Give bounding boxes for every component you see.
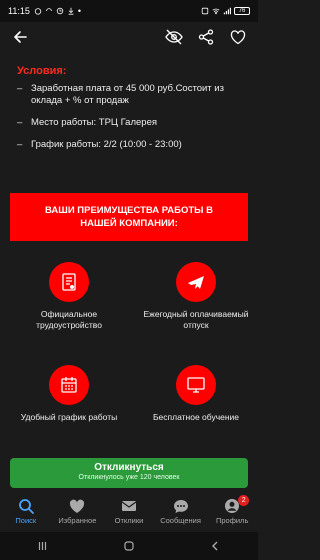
respond-button-label: Откликнуться (94, 462, 164, 473)
recent-apps-icon[interactable] (37, 540, 49, 552)
nav-messages[interactable]: Сообщения (157, 498, 205, 525)
more-dot-icon: • (77, 6, 82, 16)
advantage-item: Ежегодный оплачиваемый отпуск (141, 262, 251, 331)
advantage-circle (49, 262, 89, 302)
bottom-navigation: Поиск Избранное Отклики Сообщения Профил… (0, 494, 258, 532)
clock-icon (56, 7, 64, 15)
nav-profile-label: Профиль (215, 516, 249, 525)
airplane-icon (188, 276, 204, 289)
nav-favorites[interactable]: Избранное (53, 498, 101, 525)
sync-icon (46, 8, 52, 12)
nav-favorites-label: Избранное (58, 516, 97, 525)
hide-vacancy-button[interactable] (162, 25, 186, 49)
advantage-circle (176, 262, 216, 302)
advantage-item: Удобный график работы (14, 365, 124, 423)
vacancy-content[interactable]: Условия: – Заработная плата от 45 000 ру… (0, 52, 258, 452)
mail-icon (121, 501, 137, 511)
advantage-circle (49, 365, 89, 405)
heart-icon (70, 499, 85, 513)
advantage-item: Официальное трудоустройство (14, 262, 124, 331)
advantage-label: Официальное трудоустройство (36, 309, 102, 330)
status-time: 11:15 (8, 6, 30, 16)
dash-marker: – (17, 117, 23, 128)
dash-marker: – (17, 139, 23, 150)
condition-item: – График работы: 2/2 (10:00 - 23:00) (17, 139, 245, 151)
search-icon (18, 499, 34, 514)
status-bar: 11:15 • 76 (0, 0, 258, 22)
respond-button[interactable]: Откликнуться Откликнулось уже 120 челове… (10, 458, 248, 488)
dash-marker: – (17, 83, 23, 94)
favorite-button[interactable] (226, 25, 250, 49)
condition-text: Место работы: ТРЦ Галерея (31, 117, 158, 128)
signal-icon (223, 7, 231, 15)
advantage-label: Ежегодный оплачиваемый отпуск (143, 309, 249, 330)
download-icon (68, 7, 74, 15)
document-icon (62, 273, 76, 291)
heart-outline-icon (230, 29, 246, 44)
nav-profile[interactable]: Профиль 2 (208, 495, 256, 525)
alarm-icon (34, 8, 42, 15)
monitor-icon (187, 377, 205, 393)
condition-item: – Заработная плата от 45 000 руб.Состоит… (17, 83, 245, 107)
condition-text: Заработная плата от 45 000 руб.Состоит и… (31, 83, 224, 106)
nav-responses-label: Отклики (114, 516, 144, 525)
home-icon[interactable] (123, 540, 135, 552)
advantage-label: Бесплатное обучение (152, 412, 240, 422)
advantage-circle (176, 365, 216, 405)
respond-count-text: Откликнулось уже 120 человек (78, 474, 180, 481)
advantage-item: Бесплатное обучение (141, 365, 251, 423)
back-nav-icon[interactable] (209, 540, 221, 552)
share-icon (198, 29, 214, 45)
calendar-icon (61, 377, 77, 393)
eye-off-icon (165, 29, 183, 45)
nav-search-label: Поиск (15, 516, 37, 525)
condition-item: – Место работы: ТРЦ Галерея (17, 117, 245, 129)
chat-icon (173, 499, 188, 513)
share-button[interactable] (194, 25, 218, 49)
nav-messages-label: Сообщения (160, 516, 201, 525)
conditions-list: – Заработная плата от 45 000 руб.Состоит… (17, 83, 245, 161)
advantage-label: Удобный график работы (20, 412, 118, 422)
advantages-banner-text: ВАШИ ПРЕИМУЩЕСТВА РАБОТЫ В НАШЕЙ КОМПАНИ… (45, 205, 213, 229)
system-navigation-bar (0, 532, 258, 560)
nfc-icon (201, 7, 209, 15)
arrow-left-icon (14, 31, 27, 43)
conditions-title: Условия: (17, 65, 67, 77)
battery-icon: 76 (234, 7, 250, 15)
advantages-banner: ВАШИ ПРЕИМУЩЕСТВА РАБОТЫ В НАШЕЙ КОМПАНИ… (10, 193, 248, 241)
nav-responses[interactable]: Отклики (105, 498, 153, 525)
condition-text: График работы: 2/2 (10:00 - 23:00) (31, 139, 182, 150)
wifi-icon (212, 8, 220, 15)
back-button[interactable] (8, 25, 32, 49)
app-bar (0, 22, 258, 52)
nav-search[interactable]: Поиск (2, 498, 50, 525)
